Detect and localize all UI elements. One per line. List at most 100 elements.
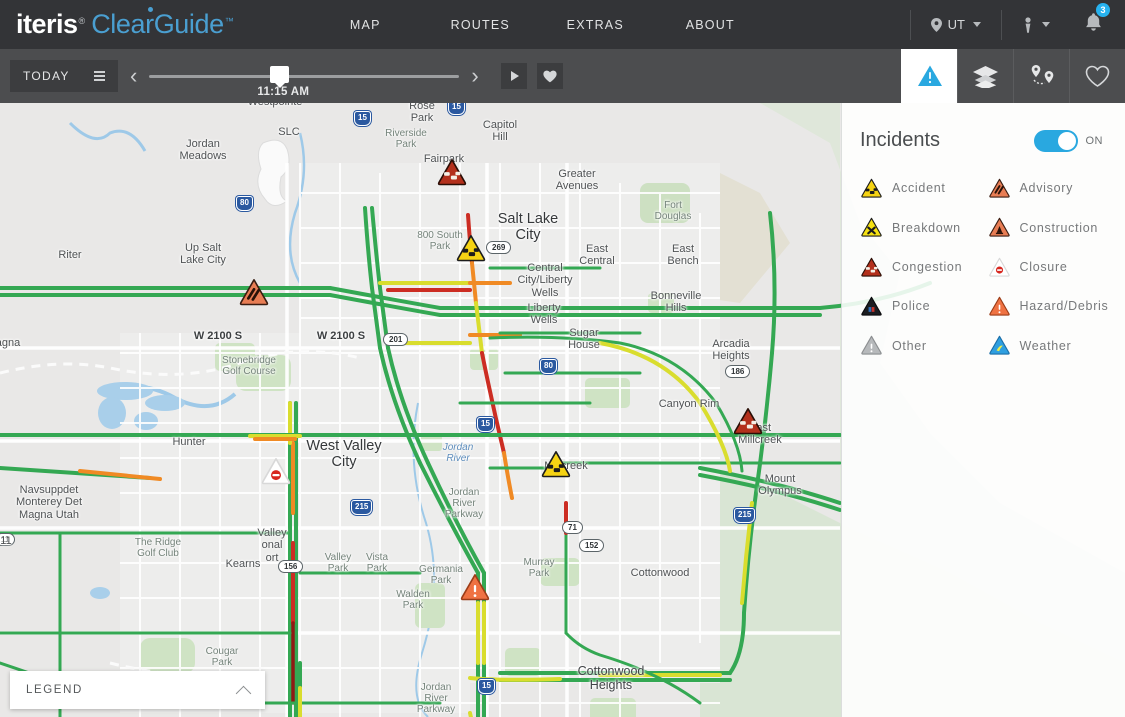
legend-item-label: Advisory [1019,181,1074,196]
nav-item-map[interactable]: MAP [308,12,423,38]
weather-icon [988,336,1010,355]
next-time-button[interactable]: › [459,65,490,87]
incidents-panel: Incidents ON Accident Advisory Breakdown Co… [841,103,1125,717]
chevron-up-icon[interactable] [235,685,252,701]
incidents-toggle[interactable] [1033,129,1078,152]
legend-item-label: Police [892,299,931,314]
legend-item-advisory[interactable]: Advisory [988,178,1112,198]
map-marker-hazard-1[interactable] [459,573,491,601]
legend-item-label: Accident [892,181,946,196]
construction-icon [988,218,1010,237]
incidents-toggle-group[interactable]: ON [1033,129,1104,152]
other-icon [860,335,883,355]
legend-panel[interactable]: LEGEND [10,671,265,709]
advisory-icon [988,178,1010,198]
time-slider-track[interactable] [149,75,460,78]
weather-icon [988,335,1011,355]
legend-item-accident[interactable]: Accident [860,178,984,198]
map-pin-icon [930,17,942,32]
legend-item-label: Congestion [892,259,963,274]
accident-icon [456,235,486,262]
congestion-icon [861,257,882,277]
map-marker-accident-2[interactable] [540,450,572,478]
nav-item-routes[interactable]: ROUTES [423,12,538,38]
notifications-button[interactable]: 3 [1070,2,1125,38]
logo-trademark-mark: ™ [224,16,234,26]
legend-panel-label: LEGEND [26,684,83,696]
legend-item-congestion[interactable]: Congestion [860,257,984,277]
breakdown-icon [861,218,882,237]
legend-item-other[interactable]: Other [860,335,984,355]
play-triangle-icon [510,71,519,81]
legend-item-label: Closure [1019,259,1068,274]
map-marker-advisory-1[interactable] [238,278,270,306]
closure-icon [261,458,291,485]
favorite-time-button[interactable] [536,63,563,89]
breakdown-icon [860,217,883,237]
accident-icon [861,178,882,198]
route-pins-icon [1031,65,1053,85]
legend-item-breakdown[interactable]: Breakdown [860,217,984,237]
today-button[interactable]: TODAY [10,60,118,92]
accident-icon [541,451,571,478]
advisory-icon [239,279,269,306]
main-nav: MAP ROUTES EXTRAS ABOUT [308,12,768,38]
chevron-down-icon [1042,22,1050,27]
play-button[interactable] [500,63,527,89]
hamburger-menu-icon [94,71,105,81]
top-header: iteris ® ClearGuide ™ MAP ROUTES EXTRAS … [0,0,1125,49]
legend-item-closure[interactable]: Closure [988,257,1112,277]
region-label: UT [947,17,965,32]
legend-item-label: Hazard/Debris [1019,299,1109,314]
user-person-icon [1025,16,1031,33]
legend-item-label: Breakdown [892,220,961,235]
toggle-knob [1057,131,1076,150]
time-toolbar: TODAY ‹ 11:15 AM › [0,49,1125,103]
brand-logo[interactable]: iteris ® ClearGuide ™ [0,7,234,40]
region-selector[interactable]: UT [911,0,1001,49]
legend-item-police[interactable]: Police [860,296,984,316]
tab-layers[interactable] [957,49,1013,103]
notification-badge: 3 [1096,2,1110,17]
closure-icon [988,257,1010,277]
legend-item-hazard[interactable]: Hazard/Debris [988,296,1112,316]
tab-routes[interactable] [1013,49,1069,103]
hazard-icon [460,574,490,601]
hazard-debris-icon [988,296,1011,316]
nav-item-about[interactable]: ABOUT [653,12,768,38]
tab-favorites[interactable] [1069,49,1125,103]
hazard-icon [988,296,1010,316]
today-button-label: TODAY [23,69,70,83]
nav-item-extras[interactable]: EXTRAS [538,12,653,38]
map-marker-closure-1[interactable] [260,457,292,485]
incidents-toggle-state: ON [1085,134,1103,147]
legend-item-construction[interactable]: Construction [988,217,1112,237]
accident-icon [860,178,883,198]
clearguide-app: iteris ® ClearGuide ™ MAP ROUTES EXTRAS … [0,0,1125,717]
user-account-menu[interactable] [1002,0,1070,49]
map-marker-congestion-2[interactable] [732,407,764,435]
legend-item-weather[interactable]: Weather [988,335,1112,355]
logo-registered-mark: ® [78,16,86,26]
logo-iteris-text: iteris [16,9,78,39]
tab-incidents[interactable] [901,49,957,103]
header-actions: UT 3 [909,0,1125,49]
advisory-icon [988,178,1011,198]
map-marker-accident-1[interactable] [455,234,487,262]
heart-outline-icon [1085,65,1110,87]
other-icon [861,336,882,355]
time-slider[interactable]: 11:15 AM [149,49,460,103]
congestion-icon [860,257,883,277]
police-icon [861,296,882,316]
closure-icon [988,257,1011,277]
time-slider-handle[interactable] [270,66,290,88]
warning-triangle-icon [917,65,942,86]
incidents-panel-header: Incidents ON [842,103,1125,152]
map-marker-congestion-1[interactable] [436,158,468,186]
congestion-icon [733,408,763,435]
chevron-down-icon [973,22,981,27]
logo-clearguide-text: ClearGuide [91,7,224,40]
previous-time-button[interactable]: ‹ [118,65,149,87]
incidents-legend: Accident Advisory Breakdown Construction Con… [842,178,1125,356]
logo-clearguide-label: ClearGuide [91,9,224,39]
